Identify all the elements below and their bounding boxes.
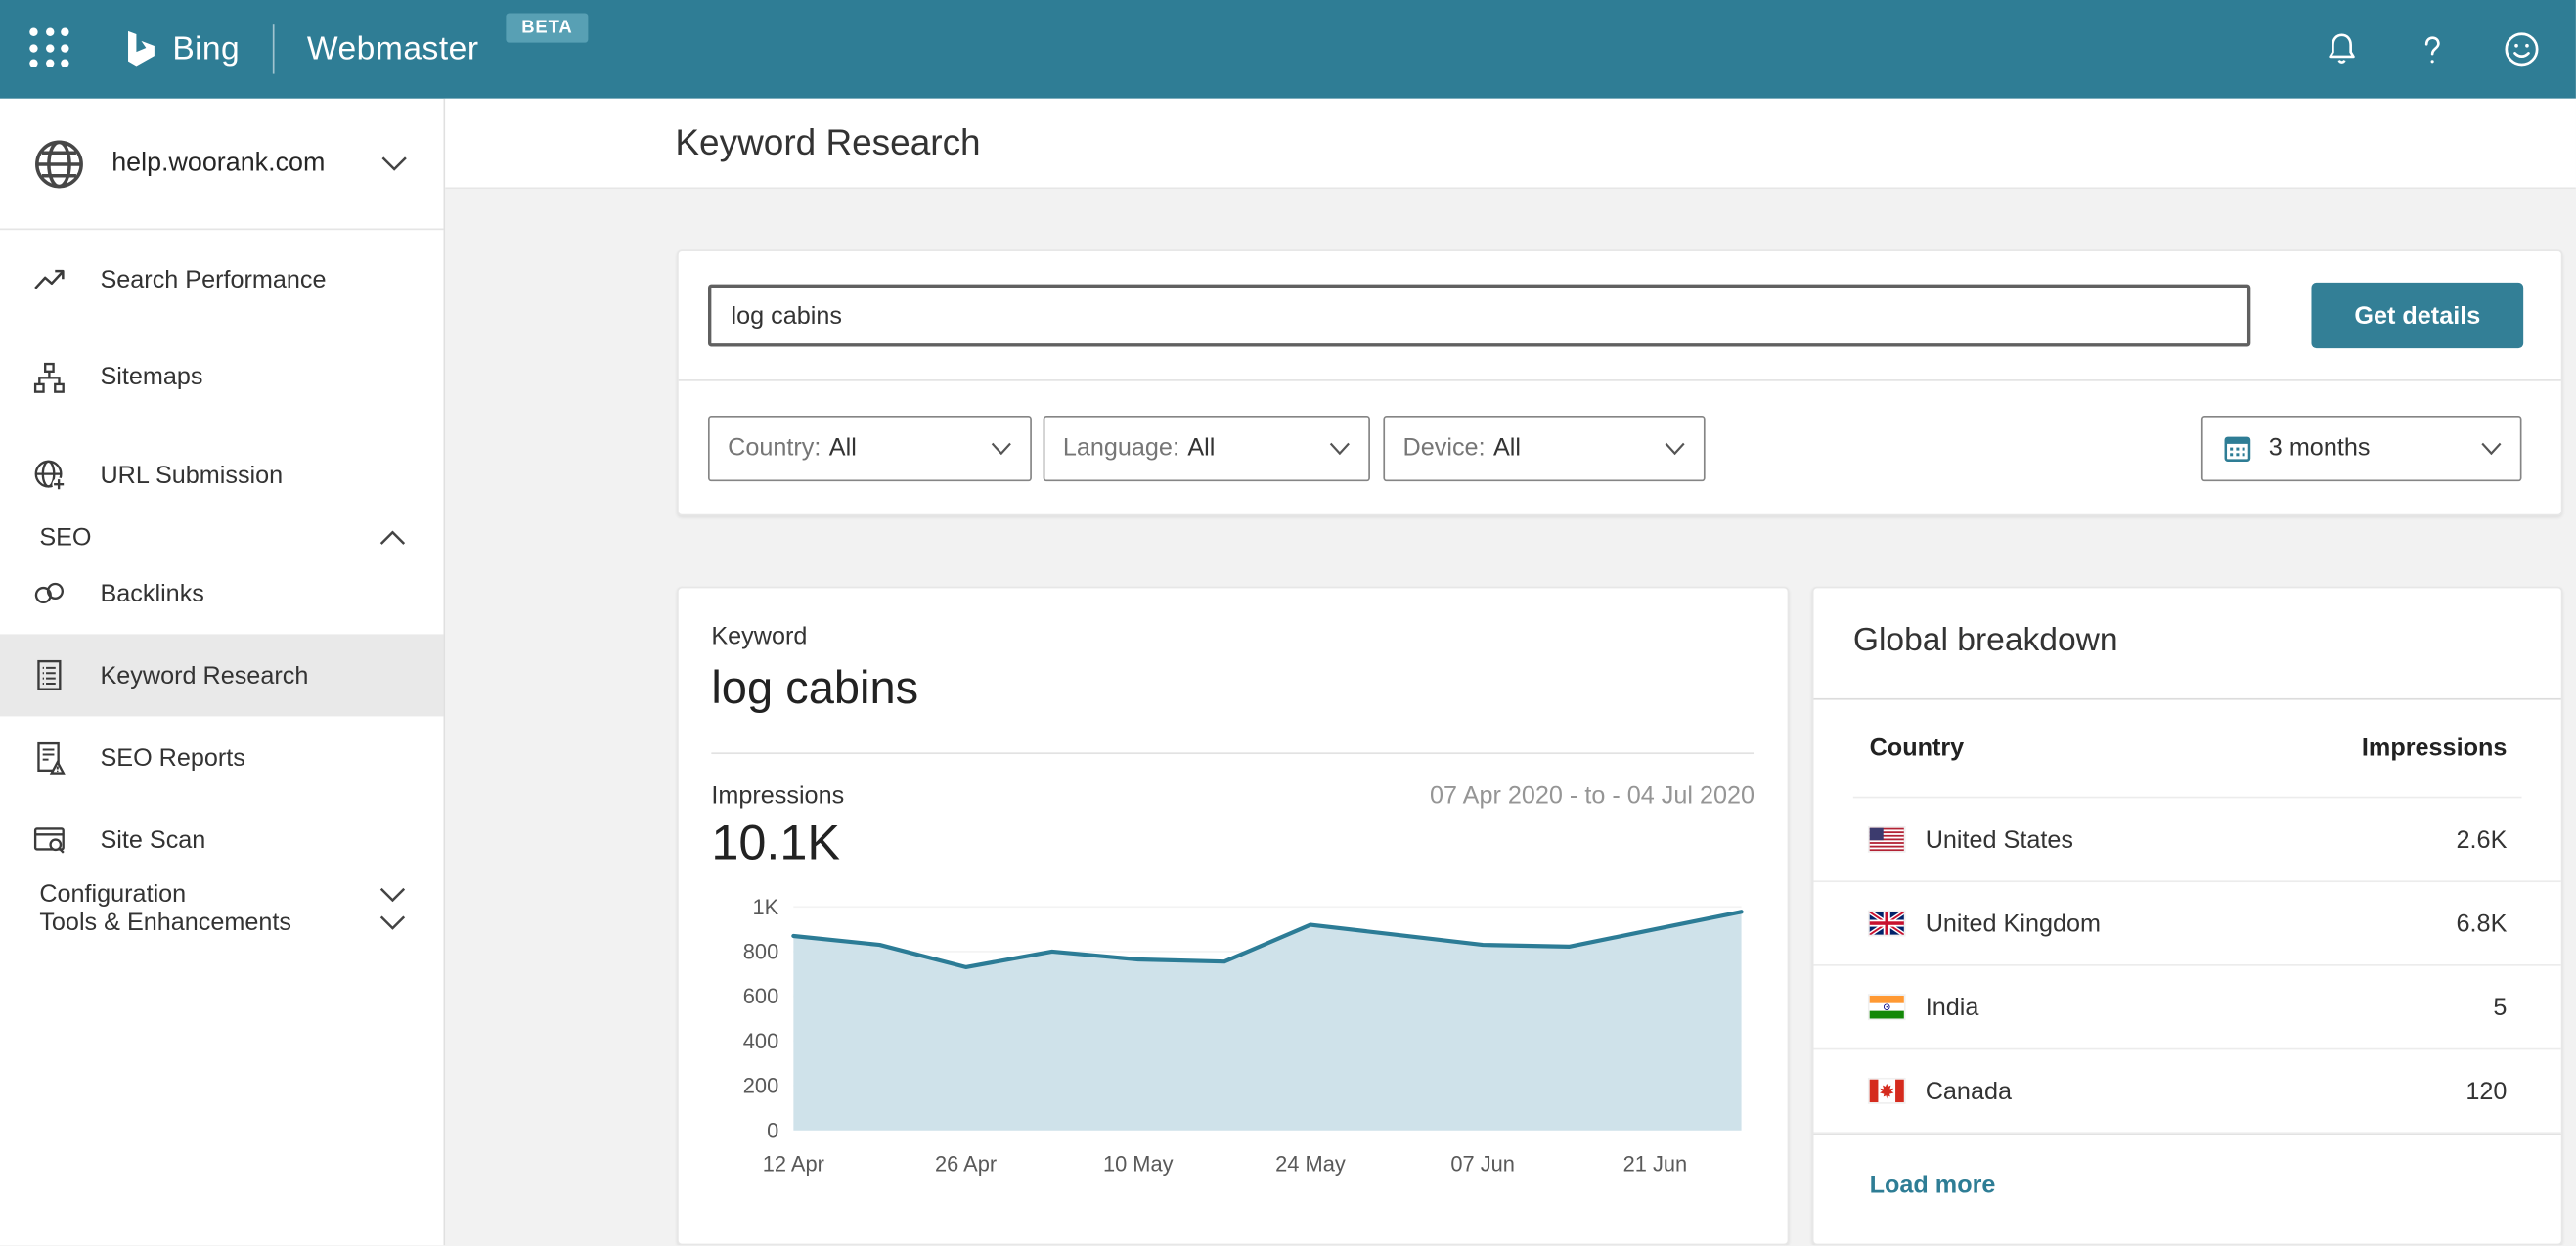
beta-badge: BETA <box>507 13 588 42</box>
impressions-value: 10.1K <box>711 818 1754 873</box>
sidebar-group-seo[interactable]: SEO <box>0 524 444 553</box>
links-icon <box>31 575 67 611</box>
table-row: United States 2.6K <box>1813 799 2560 883</box>
waffle-icon[interactable] <box>29 28 72 71</box>
uk-flag-icon <box>1870 912 1904 936</box>
chevron-down-icon <box>2480 442 2502 455</box>
sidebar-group-tools-enhancements[interactable]: Tools & Enhancements <box>0 909 444 937</box>
keyword-search-input[interactable] <box>708 285 2250 347</box>
sidebar-item-sitemaps[interactable]: Sitemaps <box>0 329 444 425</box>
sidebar-item-keyword-research[interactable]: Keyword Research <box>0 634 444 716</box>
chevron-down-icon <box>991 442 1012 455</box>
chevron-down-icon <box>1665 442 1686 455</box>
chevron-down-icon <box>1329 442 1351 455</box>
sidebar-item-site-scan[interactable]: Site Scan <box>0 798 444 880</box>
impressions-chart: 0 200 400 600 800 1K 12 Apr 26 Apr 10 May 24 May 0… <box>711 889 1757 1194</box>
svg-text:10 May: 10 May <box>1103 1152 1174 1177</box>
svg-text:200: 200 <box>743 1074 778 1098</box>
global-breakdown-footer: Load more <box>1813 1135 2560 1245</box>
site-selector[interactable]: help.woorank.com <box>0 99 444 229</box>
svg-text:400: 400 <box>743 1030 778 1054</box>
chevron-up-icon <box>379 531 406 546</box>
search-panel: Get details Country: All Language: All <box>677 250 2562 516</box>
sidebar-item-seo-reports[interactable]: SEO Reports <box>0 716 444 798</box>
notifications-button[interactable] <box>2320 28 2363 71</box>
question-icon <box>2411 28 2452 69</box>
svg-text:24 May: 24 May <box>1275 1152 1346 1177</box>
sidebar-item-backlinks[interactable]: Backlinks <box>0 552 444 634</box>
topbar-divider <box>273 24 275 73</box>
page-header: Keyword Research <box>445 99 2576 190</box>
sidebar-item-search-performance[interactable]: Search Performance <box>0 230 444 329</box>
trend-icon <box>31 261 67 297</box>
keyword-label: Keyword <box>711 623 1754 651</box>
table-row: United Kingdom 6.8K <box>1813 883 2560 967</box>
bing-webmaster-app: Bing Webmaster BETA <box>0 0 2576 1246</box>
canada-flag-icon <box>1870 1080 1904 1103</box>
globe-icon <box>31 136 87 192</box>
get-details-button[interactable]: Get details <box>2311 284 2523 349</box>
product-name: Bing <box>172 30 240 68</box>
impressions-column-header: Impressions <box>2362 735 2507 764</box>
svg-text:600: 600 <box>743 985 778 1009</box>
impressions-label: Impressions <box>711 782 844 811</box>
keyword-value: log cabins <box>711 663 1754 716</box>
chevron-down-icon <box>379 915 406 930</box>
main-content: Keyword Research Get details Country: Al… <box>445 99 2576 1246</box>
svg-text:07 Jun: 07 Jun <box>1450 1152 1515 1177</box>
site-scan-icon <box>31 822 67 858</box>
globe-plus-icon <box>31 457 67 493</box>
bing-logo-icon <box>121 28 157 69</box>
svg-text:21 Jun: 21 Jun <box>1623 1152 1688 1177</box>
svg-text:1K: 1K <box>753 895 779 919</box>
chevron-down-icon <box>381 156 408 171</box>
country-filter-dropdown[interactable]: Country: All <box>708 416 1032 481</box>
feedback-button[interactable] <box>2501 28 2544 71</box>
search-row: Get details <box>679 252 2561 382</box>
topbar-actions <box>2320 28 2543 71</box>
svg-text:0: 0 <box>767 1119 778 1143</box>
sitemap-icon <box>31 359 67 395</box>
keyword-card: Keyword log cabins Impressions 07 Apr 20… <box>677 587 1789 1246</box>
bing-brand[interactable]: Bing <box>121 28 240 69</box>
svg-text:26 Apr: 26 Apr <box>935 1152 997 1177</box>
app-name: Webmaster <box>307 30 479 68</box>
date-range-text: 07 Apr 2020 - to - 04 Jul 2020 <box>1430 782 1754 811</box>
page-title: Keyword Research <box>675 122 980 165</box>
filter-row: Country: All Language: All Device: All <box>679 381 2561 514</box>
report-warning-icon <box>31 739 67 776</box>
language-filter-dropdown[interactable]: Language: All <box>1044 416 1370 481</box>
global-breakdown-title: Global breakdown <box>1813 589 2560 699</box>
us-flag-icon <box>1870 828 1904 852</box>
calendar-icon <box>2221 432 2254 466</box>
site-name: help.woorank.com <box>111 149 325 178</box>
global-breakdown-card: Global breakdown Country Impressions <box>1812 587 2563 1246</box>
sidebar: help.woorank.com Search Performance Site… <box>0 99 445 1246</box>
bell-icon <box>2321 28 2362 69</box>
content-area: Get details Country: All Language: All <box>445 190 2576 1246</box>
sidebar-group-configuration[interactable]: Configuration <box>0 880 444 909</box>
india-flag-icon <box>1870 997 1904 1020</box>
help-button[interactable] <box>2410 28 2453 71</box>
chevron-down-icon <box>379 887 406 902</box>
sidebar-item-url-submission[interactable]: URL Submission <box>0 425 444 524</box>
svg-text:800: 800 <box>743 940 778 964</box>
document-list-icon <box>31 657 67 693</box>
device-filter-dropdown[interactable]: Device: All <box>1383 416 1705 481</box>
table-row: India 5 <box>1813 966 2560 1050</box>
country-column-header: Country <box>1870 735 1965 764</box>
smiley-icon <box>2501 28 2544 71</box>
load-more-link[interactable]: Load more <box>1870 1172 1996 1200</box>
topbar: Bing Webmaster BETA <box>0 0 2576 99</box>
table-row: Canada 120 <box>1813 1050 2560 1135</box>
table-header: Country Impressions <box>1813 700 2560 797</box>
keyword-card-divider <box>711 753 1754 755</box>
svg-text:12 Apr: 12 Apr <box>763 1152 824 1177</box>
date-range-dropdown[interactable]: 3 months <box>2201 416 2522 481</box>
